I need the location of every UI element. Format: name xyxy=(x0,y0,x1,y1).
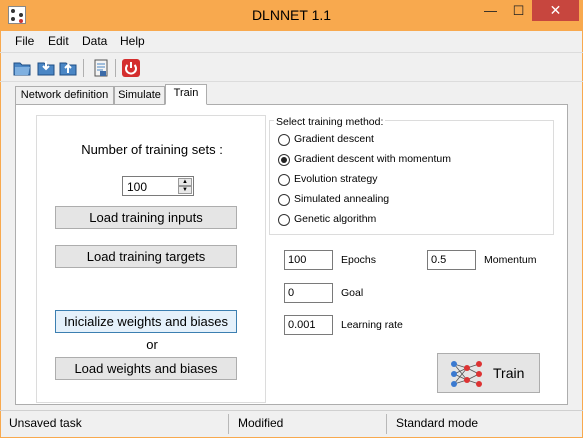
menu-bar: File Edit Data Help xyxy=(0,31,583,52)
num-training-sets-label: Number of training sets : xyxy=(81,142,223,157)
maximize-button[interactable]: ☐ xyxy=(505,0,532,21)
toolbar xyxy=(0,52,583,82)
open-folder-icon[interactable] xyxy=(12,58,32,78)
minimize-button[interactable]: — xyxy=(476,0,505,21)
radio-label: Gradient descent xyxy=(294,133,374,145)
radio-circle xyxy=(278,134,290,146)
tab-network-definition[interactable]: Network definition xyxy=(15,86,114,104)
epochs-input[interactable]: 100 xyxy=(284,250,333,270)
training-method-title: Select training method: xyxy=(274,116,386,128)
train-button-label: Train xyxy=(493,365,525,381)
status-bar: Unsaved task Modified Standard mode xyxy=(0,410,583,438)
window-frame-left xyxy=(0,31,1,438)
momentum-input[interactable]: 0.5 xyxy=(427,250,476,270)
radio-circle xyxy=(278,174,290,186)
num-training-sets-value: 100 xyxy=(127,180,148,194)
radio-evolution-strategy[interactable]: Evolution strategy xyxy=(278,173,518,187)
learning-rate-input[interactable]: 0.001 xyxy=(284,315,333,335)
spin-down-icon[interactable]: ▼ xyxy=(178,186,192,194)
tab-simulate[interactable]: Simulate xyxy=(114,86,165,104)
radio-circle xyxy=(278,214,290,226)
neural-network-icon xyxy=(450,359,484,389)
menu-data[interactable]: Data xyxy=(82,34,107,48)
or-label: or xyxy=(146,337,158,352)
radio-label: Gradient descent with momentum xyxy=(294,153,451,165)
menu-help[interactable]: Help xyxy=(120,34,145,48)
radio-gradient-descent-momentum[interactable]: Gradient descent with momentum xyxy=(278,153,518,167)
radio-circle xyxy=(278,194,290,206)
power-icon[interactable] xyxy=(121,58,141,78)
status-mode: Standard mode xyxy=(396,416,479,430)
num-training-sets-spinner[interactable]: 100 ▲ ▼ xyxy=(122,176,194,196)
toolbar-separator xyxy=(83,59,84,77)
goal-input[interactable]: 0 xyxy=(284,283,333,303)
menu-file[interactable]: File xyxy=(15,34,34,48)
load-weights-button[interactable]: Load weights and biases xyxy=(55,357,237,380)
epochs-label: Epochs xyxy=(341,254,377,266)
menu-edit[interactable]: Edit xyxy=(48,34,69,48)
radio-label: Simulated annealing xyxy=(294,193,390,205)
initialize-weights-button[interactable]: Inicialize weights and biases xyxy=(55,310,237,333)
close-button[interactable]: ✕ xyxy=(532,0,579,21)
train-button[interactable]: Train xyxy=(437,353,540,393)
load-training-inputs-button[interactable]: Load training inputs xyxy=(55,206,237,229)
load-training-targets-button[interactable]: Load training targets xyxy=(55,245,237,268)
train-panel: Number of training sets : 100 ▲ ▼ Load t… xyxy=(15,104,568,405)
radio-label: Evolution strategy xyxy=(294,173,378,185)
training-data-group: Number of training sets : 100 ▲ ▼ Load t… xyxy=(36,115,266,403)
goal-label: Goal xyxy=(341,287,364,299)
radio-simulated-annealing[interactable]: Simulated annealing xyxy=(278,193,518,207)
tab-train[interactable]: Train xyxy=(165,84,207,105)
spin-up-icon[interactable]: ▲ xyxy=(178,178,192,186)
report-icon[interactable] xyxy=(91,58,111,78)
spinner-arrows: ▲ ▼ xyxy=(178,178,192,194)
momentum-label: Momentum xyxy=(484,254,537,266)
radio-circle xyxy=(278,154,290,166)
save-icon[interactable] xyxy=(58,58,78,78)
title-bar: DLNNET 1.1 — ☐ ✕ xyxy=(0,0,583,31)
radio-gradient-descent[interactable]: Gradient descent xyxy=(278,133,518,147)
radio-selected-dot xyxy=(281,157,287,163)
radio-genetic-algorithm[interactable]: Genetic algorithm xyxy=(278,213,518,227)
status-task: Unsaved task xyxy=(0,414,229,434)
load-icon[interactable] xyxy=(36,58,56,78)
status-modified: Modified xyxy=(229,414,387,434)
radio-label: Genetic algorithm xyxy=(294,213,377,225)
learning-rate-label: Learning rate xyxy=(341,319,403,331)
toolbar-separator xyxy=(115,59,116,77)
